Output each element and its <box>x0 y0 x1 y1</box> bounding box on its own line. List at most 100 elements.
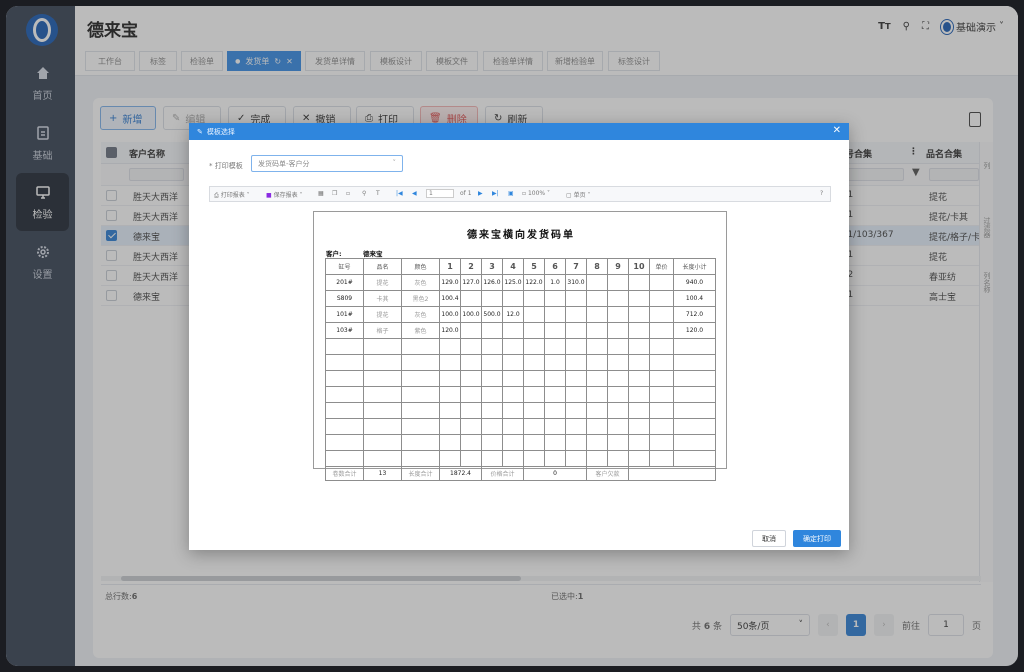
report-cell: 120.0 <box>439 322 461 339</box>
price-total-label: 价格合计 <box>481 466 524 481</box>
rolls-total-value: 13 <box>363 466 402 481</box>
template-select-dialog: ✎ 模板选择 ✕ * 打印模板 发货码单-客户分 ˅ ⎙ 打印报表 ˅ ■ 保存… <box>189 123 849 550</box>
report-cell <box>628 306 650 323</box>
report-cell <box>565 290 587 307</box>
report-row: 103# 格子 紫色 120.0 120.0 <box>325 322 716 339</box>
close-icon[interactable]: ✕ <box>833 125 841 136</box>
confirm-print-button[interactable]: 确定打印 <box>793 530 841 547</box>
report-cell: 卡其 <box>363 290 402 307</box>
report-header-cell: 2 <box>460 258 482 275</box>
help-icon[interactable]: ? <box>820 190 823 197</box>
report-header-cell: 9 <box>607 258 629 275</box>
report-cell: 提花 <box>363 274 402 291</box>
search-icon[interactable]: ⚲ <box>362 190 366 197</box>
copy-icon[interactable]: ❐ <box>332 190 337 197</box>
report-empty-row <box>325 338 716 355</box>
text-icon[interactable]: T <box>376 190 380 197</box>
first-page-icon[interactable]: |◀ <box>396 190 403 197</box>
report-cell: 712.0 <box>673 306 716 323</box>
customer-debt-label: 客户欠款 <box>586 466 629 481</box>
price-total-value: 0 <box>523 466 587 481</box>
report-cell: 100.4 <box>673 290 716 307</box>
page-icon[interactable]: ▫ <box>346 190 350 197</box>
chevron-down-icon: ˅ <box>392 159 397 167</box>
report-cell: 940.0 <box>673 274 716 291</box>
report-cell: S809 <box>325 290 364 307</box>
print-report-button[interactable]: ⎙ 打印报表 ˅ <box>214 190 250 200</box>
report-cell <box>649 274 674 291</box>
next-page-icon[interactable]: ▶ <box>478 190 483 197</box>
report-cell: 100.4 <box>439 290 461 307</box>
fit-icon[interactable]: ▣ <box>508 190 514 197</box>
report-cell <box>607 306 629 323</box>
report-cell: 310.0 <box>565 274 587 291</box>
report-row: 101# 提花 灰色 100.0 100.0 500.0 12.0 712.0 <box>325 306 716 323</box>
report-cell <box>502 290 524 307</box>
report-header-cell: 颜色 <box>401 258 440 275</box>
report-customer-label: 客户: <box>326 250 342 258</box>
page-count: of 1 <box>460 190 472 197</box>
shipping-table: 缸号 品名 颜色 1 2 3 4 5 6 7 8 9 10 单价 长度小计 201# 提花 灰色 129.0 127.… <box>325 258 716 481</box>
report-cell <box>649 306 674 323</box>
app-window: 首页 基础 检验 设置 德来宝 TT ⚲ ⛶ 基础演示 ˅ 工作台 标签 检验单… <box>6 6 1018 666</box>
report-cell: 125.0 <box>502 274 524 291</box>
report-cell <box>523 290 545 307</box>
report-header-cell: 单价 <box>649 258 674 275</box>
report-cell <box>628 274 650 291</box>
report-cell <box>565 306 587 323</box>
report-cell <box>586 306 608 323</box>
report-cell <box>460 290 482 307</box>
report-cell <box>607 274 629 291</box>
report-cell: 201# <box>325 274 364 291</box>
report-cell <box>481 322 503 339</box>
report-empty-row <box>325 354 716 371</box>
report-cell: 101# <box>325 306 364 323</box>
length-total-label: 长度合计 <box>401 466 440 481</box>
report-cell <box>565 322 587 339</box>
report-empty-row <box>325 402 716 419</box>
report-cell <box>628 290 650 307</box>
report-cell <box>628 322 650 339</box>
report-empty-row <box>325 370 716 387</box>
report-cell: 126.0 <box>481 274 503 291</box>
report-title: 德来宝横向发货码单 <box>467 230 575 241</box>
report-customer-value: 德来宝 <box>363 250 383 258</box>
report-cell <box>523 306 545 323</box>
last-page-icon[interactable]: ▶| <box>492 190 499 197</box>
report-empty-row <box>325 386 716 403</box>
report-cell <box>607 322 629 339</box>
report-header-cell: 3 <box>481 258 503 275</box>
prev-page-icon[interactable]: ◀ <box>412 190 417 197</box>
report-cell: 灰色 <box>401 306 440 323</box>
page-mode-select[interactable]: ▢ 单页 ˅ <box>566 190 591 199</box>
report-header-cell: 缸号 <box>325 258 364 275</box>
zoom-select[interactable]: ▫ 100% ˅ <box>522 190 550 197</box>
report-cell: 12.0 <box>502 306 524 323</box>
report-header-cell: 长度小计 <box>673 258 716 275</box>
report-cell: 黑色2 <box>401 290 440 307</box>
report-cell: 500.0 <box>481 306 503 323</box>
export-icon[interactable]: ▦ <box>318 190 324 197</box>
dialog-title: 模板选择 <box>206 127 235 136</box>
customer-debt-value <box>628 466 716 481</box>
report-cell <box>649 290 674 307</box>
report-row: 201# 提花 灰色 129.0 127.0 126.0 125.0 122.0 1.0 310.… <box>325 274 716 291</box>
save-report-button[interactable]: ■ 保存报表 ˅ <box>266 190 303 199</box>
report-cell: 1.0 <box>544 274 566 291</box>
report-empty-row <box>325 450 716 467</box>
report-cell: 格子 <box>363 322 402 339</box>
cancel-button[interactable]: 取消 <box>752 530 786 547</box>
report-cell <box>502 322 524 339</box>
report-cell: 紫色 <box>401 322 440 339</box>
template-select[interactable]: 发货码单-客户分 ˅ <box>251 155 403 172</box>
report-cell: 122.0 <box>523 274 545 291</box>
report-footer-row: 卷数合计 13 长度合计 1872.4 价格合计 0 客户欠款 <box>325 466 716 481</box>
report-cell: 提花 <box>363 306 402 323</box>
report-header-cell: 4 <box>502 258 524 275</box>
page-number-input[interactable]: 1 <box>426 189 454 198</box>
report-cell <box>523 322 545 339</box>
report-cell <box>460 322 482 339</box>
length-total-value: 1872.4 <box>439 466 482 481</box>
report-cell <box>544 290 566 307</box>
report-cell <box>586 290 608 307</box>
